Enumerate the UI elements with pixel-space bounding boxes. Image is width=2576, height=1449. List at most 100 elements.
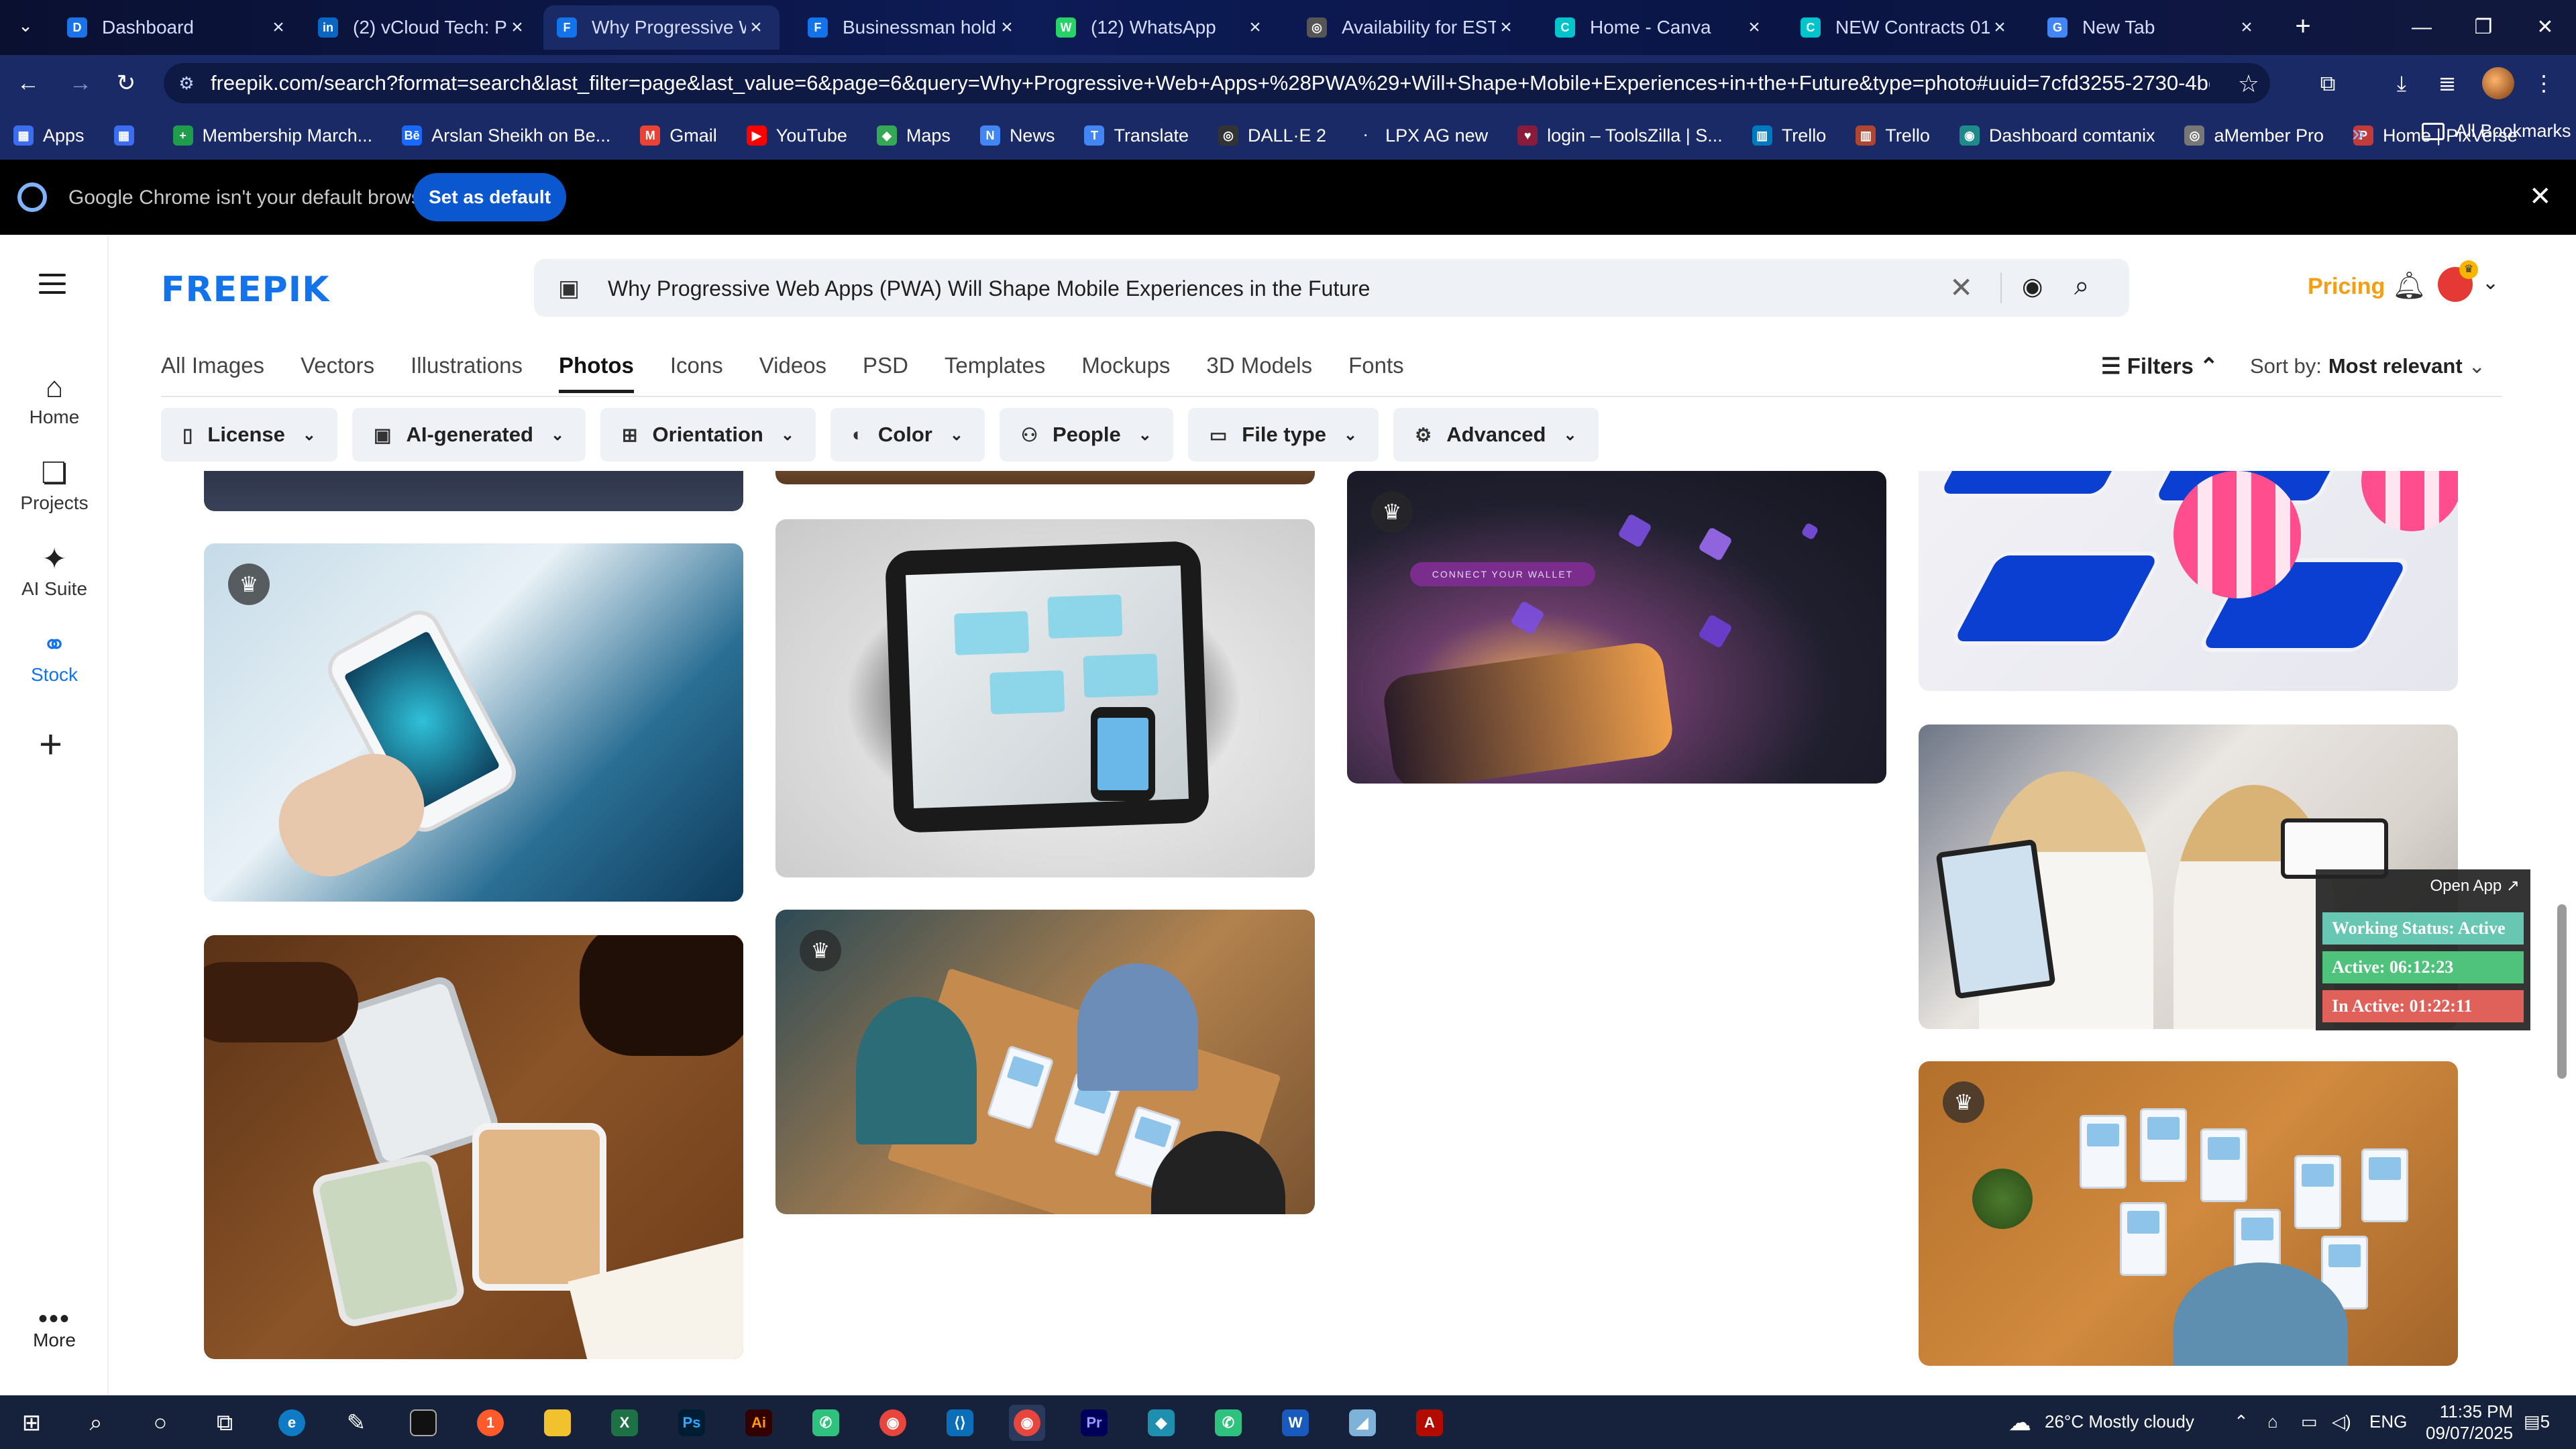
chevron-down-icon[interactable]: ⌄ [2482,271,2499,294]
bell-icon[interactable]: 🔔︎ [2392,270,2426,301]
sidebar-item-home[interactable]: ⌂ Home [0,369,109,428]
premiere-icon[interactable]: Pr [1076,1405,1112,1441]
bookmark-apps[interactable]: ▦ Apps [13,125,85,146]
filter-people[interactable]: ⚇ People ⌄ [999,408,1173,462]
terminal-icon[interactable] [405,1405,441,1441]
close-tab-icon[interactable]: × [746,16,766,39]
extensions-icon[interactable]: ⧉ [2313,68,2343,98]
result-photo-team-wireframes[interactable]: ♛ [775,910,1315,1214]
result-photo-hands-phones-table[interactable] [204,935,743,1359]
search-input[interactable]: Why Progressive Web Apps (PWA) Will Shap… [608,276,1370,301]
chrome-icon[interactable]: ◉ [875,1405,911,1441]
tab-3d-models[interactable]: 3D Models [1206,353,1312,393]
close-tab-icon[interactable]: × [1245,16,1265,39]
app-icon[interactable]: ✆ [1210,1405,1246,1441]
illustrator-icon[interactable]: Ai [741,1405,777,1441]
user-avatar[interactable]: ♛ [2438,260,2478,302]
bookmark-lpx[interactable]: · LPX AG new [1356,125,1488,146]
tab-psd[interactable]: PSD [863,353,908,393]
result-photo-iso-phones-balloons[interactable] [1919,471,2458,691]
task-view-icon[interactable]: ⧉ [207,1405,243,1441]
media-icon[interactable]: ≣ [2432,68,2462,98]
app-icon[interactable]: ◆ [1143,1405,1179,1441]
site-info-icon[interactable]: ⚙ [176,72,197,94]
bookmark-translate[interactable]: T Translate [1084,125,1189,146]
bookmark-amember[interactable]: ◎ aMember Pro [2184,125,2324,146]
bookmark-toolszilla[interactable]: ♥ login – ToolsZilla | S... [1517,125,1723,146]
bookmark-dalle[interactable]: ◎ DALL·E 2 [1218,125,1326,146]
search-icon[interactable]: ⌕ [2074,271,2089,301]
filter-license[interactable]: ▯ License ⌄ [161,408,337,462]
result-photo-hands-wood[interactable] [775,471,1315,484]
tab-fonts[interactable]: Fonts [1348,353,1404,393]
profile-avatar[interactable] [2482,67,2514,99]
tab-templates[interactable]: Templates [945,353,1045,393]
bookmark-gmail[interactable]: M Gmail [640,125,717,146]
tab-dashboard[interactable]: D Dashboard × [54,5,302,50]
chrome-menu-icon[interactable]: ⋮ [2529,68,2559,98]
weather-text[interactable]: 26°C Mostly cloudy [2045,1411,2194,1432]
close-icon[interactable]: ✕ [2529,181,2552,212]
camera-search-icon[interactable]: ◉ [2022,272,2043,301]
close-tab-icon[interactable]: × [268,16,288,39]
network-icon[interactable]: ⌂ [2267,1411,2278,1432]
forward-icon[interactable]: → [66,68,95,98]
filter-ai-generated[interactable]: ▣ AI-generated ⌄ [352,408,586,462]
chrome-active-icon[interactable]: ◉ [1009,1405,1045,1441]
app-icon[interactable]: 1 [472,1405,508,1441]
tab-illustrations[interactable]: Illustrations [411,353,523,393]
download-icon[interactable]: ⤓ [2387,68,2416,98]
result-photo-tablet-splash[interactable] [775,519,1315,877]
close-tab-icon[interactable]: × [2237,16,2257,39]
app-icon[interactable]: ✆ [808,1405,844,1441]
search-icon[interactable]: ⌕ [78,1405,114,1441]
close-tab-icon[interactable]: × [1744,16,1764,39]
result-photo-wireframes-desk[interactable]: ♛ [1919,1061,2458,1366]
scrollbar-thumb[interactable] [2557,904,2567,1079]
all-bookmarks-button[interactable]: All Bookmarks [2422,121,2571,142]
tab-freepik-businessman[interactable]: F Businessman holding × [794,5,1030,50]
pricing-link[interactable]: Pricing [2308,274,2385,300]
result-photo-connect-wallet[interactable]: ♛ CONNECT YOUR WALLET [1347,471,1886,784]
vscode-icon[interactable]: ⟨⟩ [942,1405,978,1441]
excel-icon[interactable]: X [606,1405,643,1441]
filter-file-type[interactable]: ▭ File type ⌄ [1187,408,1379,462]
notification-icon[interactable]: ▤5 [2524,1411,2550,1432]
open-app-link[interactable]: Open App ↗ [2430,876,2520,896]
acrobat-icon[interactable]: A [1411,1405,1448,1441]
set-as-default-button[interactable]: Set as default [413,173,566,221]
tab-search-button[interactable]: ⌄ [12,12,39,39]
hamburger-menu-icon[interactable] [39,274,66,300]
close-window-button[interactable]: ✕ [2514,0,2576,55]
file-explorer-icon[interactable] [539,1405,576,1441]
bookmark-youtube[interactable]: ▶ YouTube [746,125,847,146]
close-tab-icon[interactable]: × [507,16,527,39]
freepik-logo[interactable]: FREEPIK [161,270,329,310]
photoshop-icon[interactable]: Ps [674,1405,710,1441]
chevron-up-icon[interactable]: ⌃ [2234,1411,2249,1432]
tab-whatsapp[interactable]: W (12) WhatsApp × [1042,5,1279,50]
filter-color[interactable]: ◐ Color ⌄ [830,408,985,462]
tab-vectors[interactable]: Vectors [301,353,374,393]
bookmark-dashboard-comtanix[interactable]: ◉ Dashboard comtanix [1959,125,2155,146]
close-tab-icon[interactable]: × [1496,16,1516,39]
bookmark-trello-2[interactable]: ▥ Trello [1856,125,1930,146]
tab-freepik-why-pwa[interactable]: F Why Progressive Web × [543,5,780,50]
new-tab-button[interactable]: + [2286,9,2320,43]
bookmark-grid[interactable]: ▦ [113,125,144,146]
wifi-icon[interactable]: ▭ [2301,1411,2318,1432]
bookmark-trello-1[interactable]: ▥ Trello [1752,125,1826,146]
address-bar[interactable]: ⚙ freepik.com/search?format=search&last_… [164,63,2270,103]
edge-icon[interactable]: e [274,1405,310,1441]
tab-availability[interactable]: ◎ Availability for EST sh × [1293,5,1529,50]
windows-start-icon[interactable]: ⊞ [13,1405,50,1441]
minimize-button[interactable]: — [2391,0,2453,55]
tab-linkedin[interactable]: in (2) vCloud Tech: Peop × [305,5,541,50]
bookmark-maps[interactable]: ◆ Maps [876,125,951,146]
close-tab-icon[interactable]: × [997,16,1017,39]
back-icon[interactable]: ← [13,68,43,98]
result-photo-phone-laptop-sync[interactable]: ♛ [204,543,743,902]
bookmark-star-icon[interactable]: ☆ [2238,70,2259,98]
bookmark-news[interactable]: N News [979,125,1055,146]
tab-icons[interactable]: Icons [670,353,723,393]
